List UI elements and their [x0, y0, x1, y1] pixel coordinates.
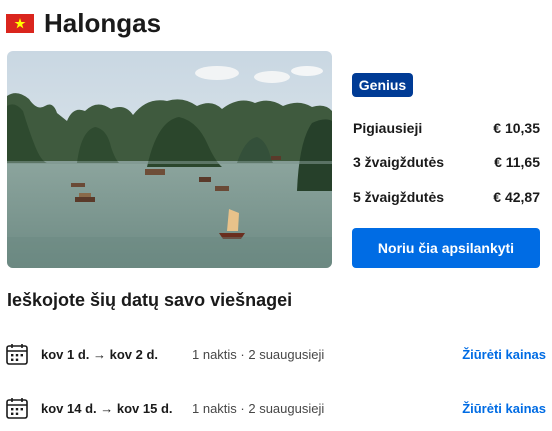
price-row-3-star: 3 žvaigždutės € 11,65: [353, 152, 540, 172]
view-prices-link[interactable]: Žiūrėti kainas: [462, 401, 546, 416]
price-row-cheapest: Pigiausieji € 10,35: [353, 118, 540, 138]
genius-badge: Genius: [352, 73, 413, 97]
price-label: Pigiausieji: [353, 120, 423, 136]
calendar-icon: [6, 344, 28, 365]
halong-bay-photo: [7, 51, 332, 268]
search-guests: 1 naktis · 2 suaugusieji: [192, 346, 325, 362]
price-value: € 42,87: [493, 189, 540, 205]
view-prices-link[interactable]: Žiūrėti kainas: [462, 347, 546, 362]
vietnam-flag-icon: [6, 13, 34, 33]
price-value: € 10,35: [493, 120, 540, 136]
search-dates: kov 1 d. → kov 2 d.: [41, 346, 159, 362]
search-dates: kov 14 d. → kov 15 d.: [41, 400, 173, 416]
price-row-5-star: 5 žvaigždutės € 42,87: [353, 187, 540, 207]
search-guests: 1 naktis · 2 suaugusieji: [192, 400, 325, 416]
recent-search-row: kov 14 d. → kov 15 d. 1 naktis · 2 suaug…: [6, 396, 546, 420]
want-to-visit-button[interactable]: Noriu čia apsilankyti: [352, 228, 540, 268]
recent-searches-heading: Ieškojote šių datų savo viešnagei: [7, 290, 293, 310]
price-label: 3 žvaigždutės: [353, 154, 445, 170]
calendar-icon: [6, 398, 28, 419]
price-value: € 11,65: [494, 154, 540, 170]
page-header: Halongas: [6, 6, 161, 40]
price-label: 5 žvaigždutės: [353, 189, 445, 205]
recent-search-row: kov 1 d. → kov 2 d. 1 naktis · 2 suaugus…: [6, 342, 546, 366]
page-title: Halongas: [44, 7, 162, 38]
